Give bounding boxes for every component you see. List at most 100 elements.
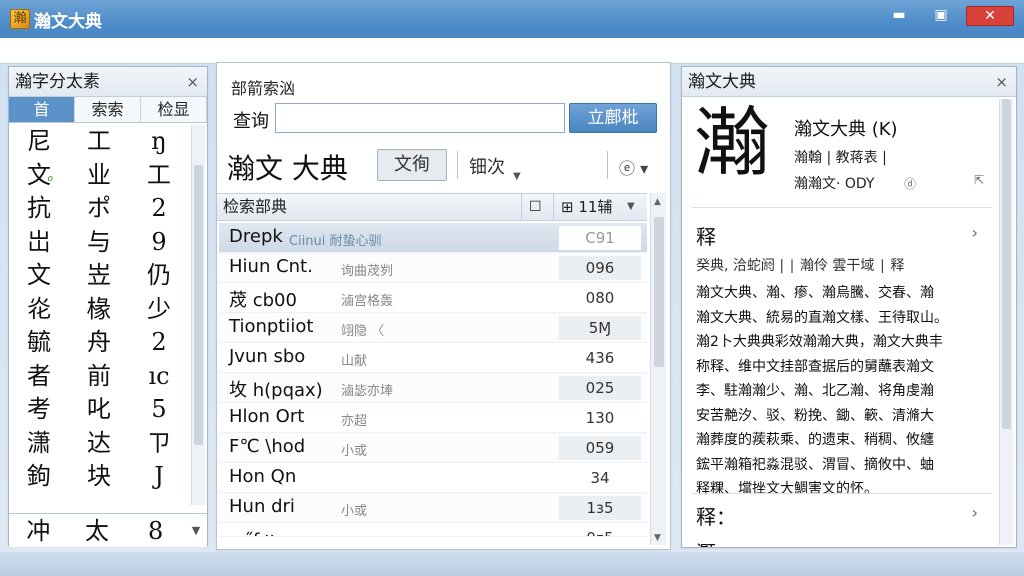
table-row[interactable]: Hun dri 小或 1ɜ5: [219, 493, 647, 523]
expand-icon[interactable]: ⇱: [974, 173, 984, 187]
view-icon[interactable]: ⓔ ▾: [619, 155, 648, 179]
char-cell[interactable]: ポ: [69, 192, 129, 226]
row-name: Hun dri: [229, 496, 295, 517]
section-3-title: 灝: [696, 537, 716, 547]
char-cell[interactable]: 毓: [9, 326, 69, 360]
audio-icon[interactable]: ⓓ: [904, 175, 916, 192]
char-cell[interactable]: 8: [126, 514, 185, 547]
char-cell[interactable]: 少: [129, 293, 189, 327]
scrollbar-thumb[interactable]: [194, 165, 203, 445]
row-name: Drepk: [229, 226, 283, 247]
char-cell[interactable]: 5: [129, 393, 189, 427]
char-cell[interactable]: 工: [129, 159, 189, 193]
chevron-down-icon[interactable]: ▼: [185, 514, 207, 547]
row-meta: 亦超: [341, 414, 368, 429]
detail-panel-close-icon[interactable]: ×: [995, 67, 1008, 97]
tab-lookup[interactable]: 检显: [141, 97, 207, 122]
table-row[interactable]: Tionptiiot 翊隐 〈 5Ɱ: [219, 313, 647, 343]
char-cell[interactable]: 业: [69, 159, 129, 193]
char-cell[interactable]: ıc: [129, 360, 189, 394]
table-row[interactable]: Jvun sbo 山献 436: [219, 343, 647, 373]
char-cell[interactable]: 炛: [9, 293, 69, 327]
char-cell[interactable]: 与: [69, 226, 129, 260]
char-cell[interactable]: 2: [129, 192, 189, 226]
maximize-button[interactable]: ▣: [924, 6, 958, 26]
results-scrollbar[interactable]: ▲ ▼: [650, 193, 666, 545]
chevron-down-icon[interactable]: ▼: [513, 171, 521, 182]
sort-option-dropdown[interactable]: 钿次: [469, 153, 505, 179]
search-button[interactable]: 立鄜枇: [569, 103, 657, 133]
table-row[interactable]: Hon Qn 34: [219, 463, 647, 493]
bookmark-icon[interactable]: ☐: [529, 194, 542, 220]
char-cell[interactable]: 潇: [9, 427, 69, 461]
char-cell[interactable]: 岀: [9, 226, 69, 260]
table-row[interactable]: Hlon Ort 亦超 130: [219, 403, 647, 433]
query-input[interactable]: [275, 103, 565, 133]
char-cell[interactable]: 椽: [69, 293, 129, 327]
row-meta: Ciinui 耐蛰心驯: [289, 234, 382, 249]
char-cell[interactable]: 前: [69, 360, 129, 394]
char-cell[interactable]: 尼: [9, 125, 69, 159]
row-count: 130: [585, 409, 615, 427]
row-count: 5Ɱ: [559, 316, 641, 340]
char-cell[interactable]: 太: [68, 514, 127, 547]
table-row[interactable]: Drepk Ciinui 耐蛰心驯 C91: [219, 223, 647, 253]
scrollbar-thumb[interactable]: [1002, 99, 1011, 429]
row-name: Jvun sbo: [229, 346, 306, 367]
table-row[interactable]: Hiun Cnt. 询曲荗刿 096: [219, 253, 647, 283]
table-row[interactable]: 坆 h(pqax) 滷毖亦埲 025: [219, 373, 647, 403]
results-header: 检索部典 ☐ ⊞ 11辅 ▼: [217, 193, 647, 221]
radical-tabs: 首 索索 检显: [9, 97, 207, 123]
section-definition-2-title[interactable]: 释：: [696, 501, 736, 530]
results-count-column[interactable]: ⊞ 11辅: [561, 194, 612, 220]
char-cell[interactable]: 工: [69, 125, 129, 159]
char-cell[interactable]: 岦: [69, 259, 129, 293]
minimize-button[interactable]: ▬: [882, 6, 916, 26]
char-cell[interactable]: 鉤: [9, 460, 69, 494]
results-column-title[interactable]: 检索部典: [223, 194, 287, 220]
char-cell[interactable]: 9: [129, 226, 189, 260]
row-count: C91: [559, 226, 641, 250]
detail-panel-title: 瀚文大典: [688, 72, 756, 92]
row-meta: 滷毖亦埲: [341, 384, 394, 399]
character-grid: 尼 工 ŋ 文o 业 工 抗 ポ 2 岀 与 9 文 岦 仍 炛 椽 少 毓 舟…: [9, 125, 189, 494]
window-controls: ▬ ▣ ✕: [882, 6, 1014, 26]
tab-index[interactable]: 索索: [75, 97, 141, 122]
char-cell[interactable]: ㄗ: [129, 427, 189, 461]
char-cell[interactable]: 文o: [9, 159, 69, 193]
detail-scrollbar[interactable]: [999, 99, 1013, 545]
scroll-up-icon[interactable]: ▲: [654, 197, 661, 207]
char-cell[interactable]: 2: [129, 326, 189, 360]
char-cell[interactable]: 叱: [69, 393, 129, 427]
char-cell[interactable]: ŋ: [129, 125, 189, 159]
chevron-right-icon[interactable]: ›: [972, 503, 978, 522]
tab-first[interactable]: 首: [9, 97, 75, 122]
definition-body: 瀚文大典、瀚、瘆、瀚烏騰、交春、瀚 瀚文大典、統易的直瀚文樣、王待取山。 瀚2卜…: [696, 281, 986, 502]
entry-title: 瀚文大典 (K): [794, 119, 898, 140]
scroll-down-icon[interactable]: ▼: [654, 533, 661, 543]
table-row[interactable]: 荗 cb00 滷宫格轰 080: [219, 283, 647, 313]
char-cell[interactable]: 文: [9, 259, 69, 293]
table-row[interactable]: ɾ ˝ʃ〃 0ᵹ5: [219, 523, 647, 537]
text-mode-button[interactable]: 文徇: [377, 149, 447, 181]
radical-scrollbar[interactable]: [191, 125, 205, 505]
chevron-down-icon[interactable]: ▼: [627, 194, 635, 220]
char-cell[interactable]: 考: [9, 393, 69, 427]
char-cell[interactable]: 舟: [69, 326, 129, 360]
divider: [457, 151, 458, 179]
scrollbar-thumb[interactable]: [654, 217, 664, 367]
chevron-right-icon[interactable]: ›: [972, 223, 978, 242]
section-definition-title[interactable]: 释: [696, 221, 716, 250]
char-cell[interactable]: 仍: [129, 259, 189, 293]
table-row[interactable]: F℃ \hod 小或 059: [219, 433, 647, 463]
char-cell[interactable]: 达: [69, 427, 129, 461]
char-cell[interactable]: 者: [9, 360, 69, 394]
close-window-button[interactable]: ✕: [966, 6, 1014, 26]
row-count: 1ɜ5: [559, 496, 641, 520]
char-cell[interactable]: 抗: [9, 192, 69, 226]
radical-panel-close-icon[interactable]: ×: [186, 67, 199, 97]
divider: [521, 194, 522, 220]
char-cell[interactable]: J: [129, 460, 189, 494]
char-cell[interactable]: 冲: [9, 514, 68, 547]
char-cell[interactable]: 块: [69, 460, 129, 494]
